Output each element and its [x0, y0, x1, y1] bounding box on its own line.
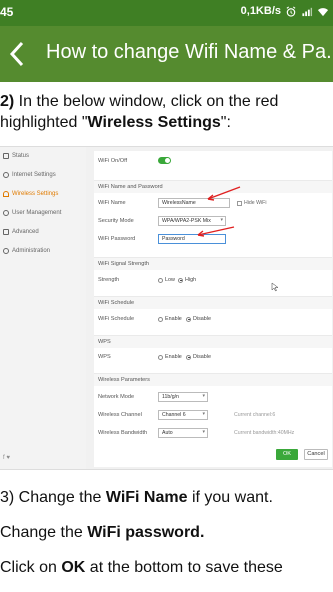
step4-prefix: Change the [0, 524, 88, 541]
schedule-enable-label: Enable [165, 316, 182, 322]
step5-bold: OK [61, 559, 86, 576]
globe-icon [3, 172, 9, 178]
router-screenshot: Status Internet Settings Wireless Settin… [0, 146, 333, 470]
step2-line1: 2) In the below window, click on the red [0, 91, 278, 112]
section-wireless-parameters: Wireless Parameters [94, 373, 332, 386]
page-title: How to change Wifi Name & Pa... [46, 41, 333, 63]
status-time: 45 [0, 5, 14, 19]
wifi-name-label: WiFi Name [98, 200, 126, 206]
channel-label: Wireless Channel [98, 412, 142, 418]
strength-high-label: High [185, 277, 197, 283]
network-mode-label: Network Mode [98, 394, 135, 400]
radio-circle[interactable] [158, 277, 163, 283]
wifi-toggle[interactable] [158, 157, 171, 164]
router-sidebar: Status Internet Settings Wireless Settin… [0, 147, 86, 469]
social-icons: f ♥ [3, 455, 10, 461]
bandwidth-label: Wireless Bandwidth [98, 430, 148, 436]
wifi-name-input[interactable]: WirelessName [158, 198, 230, 208]
sidebar-item-user-management[interactable]: User Management [3, 210, 61, 216]
wifi-password-input[interactable]: Password [158, 234, 226, 244]
schedule-disable-radio[interactable]: Disable [186, 316, 211, 322]
wifi-icon [3, 191, 9, 197]
advanced-icon [3, 229, 9, 235]
radio-circle[interactable] [158, 354, 163, 360]
step3-suffix: if you want. [187, 489, 273, 506]
step2-number: 2) [0, 93, 15, 110]
step5-prefix: Click on [0, 559, 62, 576]
mouse-cursor-icon [271, 282, 279, 292]
sidebar-item-internet[interactable]: Internet Settings [3, 172, 56, 178]
sidebar-item-status[interactable]: Status [3, 153, 29, 159]
sidebar-item-label: User Management [12, 210, 62, 216]
strength-label: Strength [98, 277, 120, 283]
strength-high-radio[interactable]: High [178, 277, 196, 283]
step5-line: Click on OK at the bottom to save these [0, 557, 283, 578]
section-wifi-schedule: WiFi Schedule [94, 296, 332, 309]
section-wps: WPS [94, 335, 332, 348]
channel-hint: Current channel:6 [234, 412, 276, 418]
network-mode-select[interactable]: 11b/g/n [158, 392, 208, 402]
bandwidth-select[interactable]: Auto [158, 428, 208, 438]
schedule-enable-radio[interactable]: Enable [158, 316, 182, 322]
app-bar: How to change Wifi Name & Pa... [0, 26, 333, 82]
schedule-disable-label: Disable [193, 316, 211, 322]
step5-suffix: at the bottom to save these [85, 559, 283, 576]
arrow-back-icon[interactable] [4, 37, 32, 71]
bandwidth-hint: Current bandwidth:40MHz [234, 430, 295, 436]
schedule-label: WiFi Schedule [98, 316, 135, 322]
status-right: 0,1KB/s [241, 5, 329, 17]
step2-line2: highlighted "Wireless Settings": [0, 112, 231, 133]
admin-icon [3, 248, 9, 254]
strength-low-radio[interactable]: Low [158, 277, 175, 283]
step4-line: Change the WiFi password. [0, 522, 204, 543]
wifi-password-label: WiFi Password [98, 236, 136, 242]
section-name-password: WiFi Name and Password [94, 180, 332, 193]
sidebar-item-administration[interactable]: Administration [3, 248, 50, 254]
sidebar-item-wireless[interactable]: Wireless Settings [3, 191, 58, 197]
step3-number: 3) [0, 489, 15, 506]
sidebar-item-label: Internet Settings [12, 172, 56, 178]
radio-circle[interactable] [178, 277, 183, 283]
status-icon [3, 153, 9, 159]
alarm-icon [286, 5, 296, 17]
signal-icon [302, 7, 313, 16]
sidebar-item-label: Wireless Settings [12, 191, 59, 197]
ok-button[interactable]: OK [276, 449, 298, 460]
wps-enable-radio[interactable]: Enable [158, 354, 182, 360]
hide-wifi-label: Hide WiFi [244, 200, 267, 206]
hide-wifi-checkbox[interactable]: Hide WiFi [237, 200, 266, 206]
strength-low-label: Low [165, 277, 175, 283]
radio-circle[interactable] [186, 354, 191, 360]
wifi-icon [317, 7, 329, 16]
wireless-settings-panel: WiFi On/Off WiFi Name and Password WiFi … [94, 151, 332, 467]
wifi-onoff-label: WiFi On/Off [98, 158, 128, 164]
network-speed: 0,1KB/s [240, 5, 281, 17]
wps-disable-radio[interactable]: Disable [186, 354, 211, 360]
step3-line: 3) Change the WiFi Name if you want. [0, 487, 273, 508]
cancel-button[interactable]: Cancel [304, 449, 328, 460]
security-mode-label: Security Mode [98, 218, 134, 224]
sidebar-item-label: Advanced [12, 229, 39, 235]
wps-disable-label: Disable [193, 354, 211, 360]
step3-bold: WiFi Name [105, 489, 188, 506]
security-mode-select[interactable]: WPA/WPA2-PSK Mix [158, 216, 226, 226]
step3-prefix: Change the [14, 489, 106, 506]
section-signal-strength: WiFi Signal Strength [94, 257, 332, 270]
wps-label: WPS [98, 354, 111, 360]
checkbox-box[interactable] [237, 200, 242, 206]
radio-circle[interactable] [158, 316, 163, 322]
wps-enable-label: Enable [165, 354, 182, 360]
radio-circle[interactable] [186, 316, 191, 322]
step2-text2-prefix: highlighted " [0, 114, 88, 131]
step2-text1: In the below window, click on the red [14, 93, 279, 110]
step2-highlight: Wireless Settings [87, 114, 221, 131]
sidebar-item-advanced[interactable]: Advanced [3, 229, 39, 235]
status-bar: 45 0,1KB/s [0, 0, 333, 26]
sidebar-item-label: Status [12, 153, 30, 159]
user-icon [3, 210, 9, 216]
channel-select[interactable]: Channel 6 [158, 410, 208, 420]
sidebar-item-label: Administration [12, 248, 51, 254]
step2-text2-suffix: ": [220, 114, 231, 131]
step4-bold: WiFi password. [87, 524, 205, 541]
